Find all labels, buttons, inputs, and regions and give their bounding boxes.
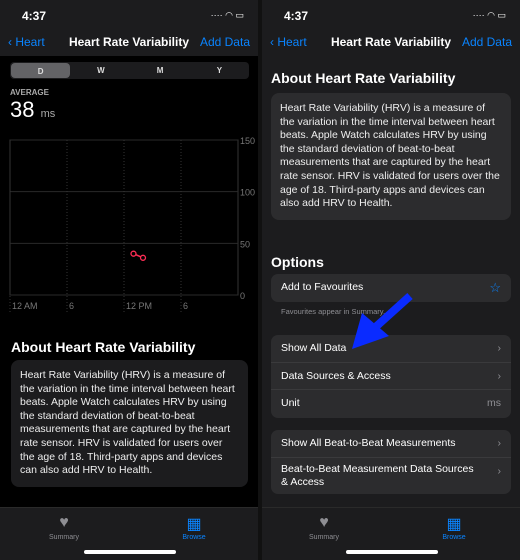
average-number: 38	[10, 97, 35, 122]
y-tick-label: 100	[240, 188, 255, 198]
plot-frame	[9, 139, 239, 296]
data-point	[130, 250, 137, 257]
tab-summary[interactable]: ♥ Summary	[34, 514, 94, 541]
left-phone-screen: 4:37 ···· ◠ ▭ ‹ Heart Heart Rate Variabi…	[0, 0, 258, 560]
tab-bar: ♥ Summary ▦ Browse	[262, 507, 520, 560]
hrv-chart[interactable]: 150 100 50 0 12 AM 6 12 PM 6	[0, 130, 258, 315]
status-time: 4:37	[22, 9, 47, 23]
home-indicator	[346, 550, 438, 554]
average-unit: ms	[40, 108, 56, 120]
segment-week[interactable]: W	[71, 62, 130, 79]
back-button[interactable]: ‹ Heart	[8, 35, 45, 49]
back-label: Heart	[15, 35, 45, 49]
period-segmented-control: D W M Y	[10, 62, 249, 79]
home-indicator	[84, 550, 176, 554]
right-phone-screen: 4:37 ···· ◠ ▭ ‹ Heart Heart Rate Variabi…	[262, 0, 520, 560]
tab-browse[interactable]: ▦ Browse	[424, 514, 484, 541]
add-data-button[interactable]: Add Data	[200, 35, 250, 49]
x-tick-label: 12 PM	[126, 301, 152, 311]
x-tick-label: 6	[69, 301, 74, 311]
tab-browse-label: Browse	[182, 534, 206, 541]
tab-summary-label: Summary	[309, 534, 339, 541]
heart-icon: ♥	[59, 514, 69, 531]
tab-browse[interactable]: ▦ Browse	[164, 514, 224, 541]
tab-summary-label: Summary	[49, 534, 79, 541]
average-value: 38 ms	[10, 97, 55, 123]
nav-bar: ‹ Heart Heart Rate Variability Add Data	[0, 30, 258, 56]
data-point	[139, 254, 147, 261]
y-tick-label: 150	[240, 136, 255, 146]
grid-icon: ▦	[186, 516, 202, 533]
about-card: Heart Rate Variability (HRV) is a measur…	[11, 360, 248, 487]
y-tick-label: 50	[240, 239, 250, 249]
x-tick-label: 6	[183, 301, 188, 311]
tab-browse-label: Browse	[442, 534, 466, 541]
segment-year[interactable]: Y	[190, 62, 249, 79]
y-tick-label: 0	[240, 291, 245, 301]
grid-icon: ▦	[446, 516, 462, 533]
segment-day[interactable]: D	[11, 63, 71, 78]
about-text: Heart Rate Variability (HRV) is a measur…	[20, 369, 235, 477]
wifi-battery-icon: ···· ◠ ▭	[210, 10, 244, 20]
status-bar: 4:37 ···· ◠ ▭	[0, 0, 258, 30]
tab-summary[interactable]: ♥ Summary	[294, 514, 354, 541]
annotation-arrow	[352, 293, 413, 349]
x-tick-label: 12 AM	[12, 301, 38, 311]
heart-icon: ♥	[319, 514, 329, 531]
segment-month[interactable]: M	[131, 62, 190, 79]
average-label: AVERAGE	[10, 88, 49, 97]
about-heading: About Heart Rate Variability	[11, 339, 196, 355]
tab-bar: ♥ Summary ▦ Browse	[0, 507, 258, 560]
